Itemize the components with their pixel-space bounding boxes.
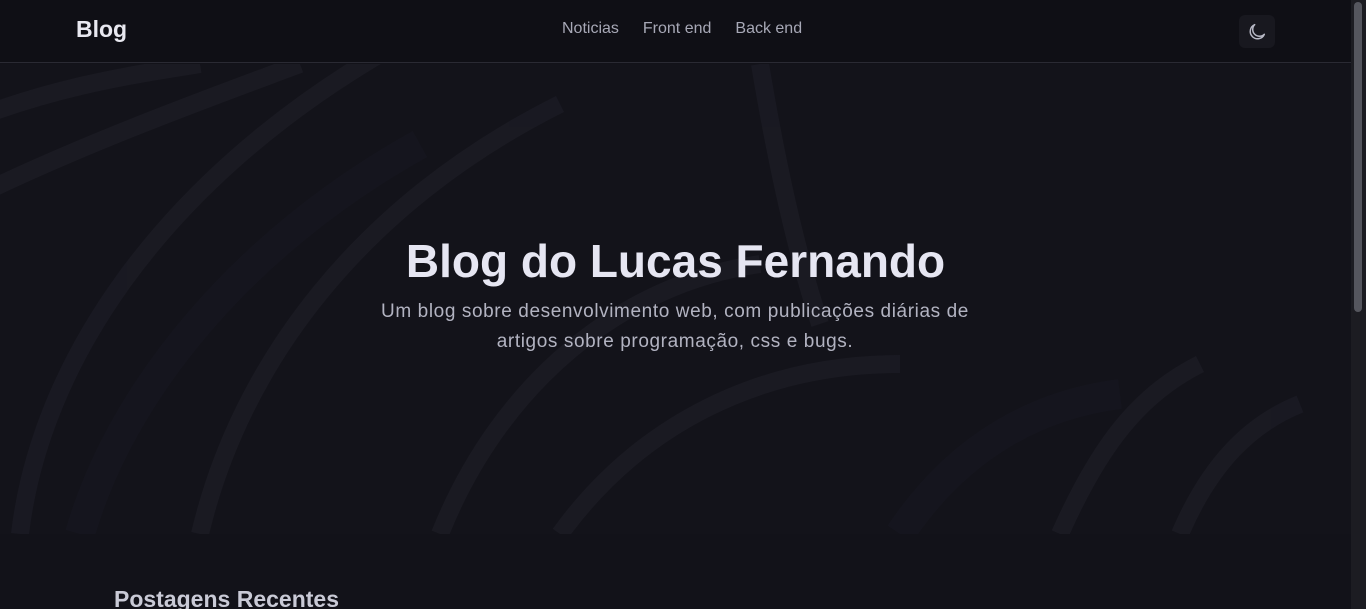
top-navbar: Blog Noticias Front end Back end — [0, 0, 1351, 63]
hero-section: Blog do Lucas Fernando Um blog sobre des… — [0, 64, 1351, 534]
hero-title: Blog do Lucas Fernando — [405, 235, 946, 287]
hero-subtitle: Um blog sobre desenvolvimento web, com p… — [381, 301, 969, 352]
recent-posts-heading: Postagens Recentes — [114, 586, 339, 609]
page: Blog Noticias Front end Back end Blog do… — [0, 0, 1366, 609]
nav-link-front-end[interactable]: Front end — [643, 20, 711, 38]
theme-toggle-button[interactable] — [1239, 15, 1275, 48]
brand-logo-link[interactable]: Blog — [76, 16, 127, 43]
scrollbar-thumb[interactable] — [1354, 2, 1362, 312]
moon-icon — [1249, 23, 1266, 39]
main-nav: Noticias Front end Back end — [562, 20, 802, 38]
nav-link-back-end[interactable]: Back end — [735, 20, 802, 38]
vertical-scrollbar[interactable] — [1351, 0, 1366, 609]
nav-link-noticias[interactable]: Noticias — [562, 20, 619, 38]
